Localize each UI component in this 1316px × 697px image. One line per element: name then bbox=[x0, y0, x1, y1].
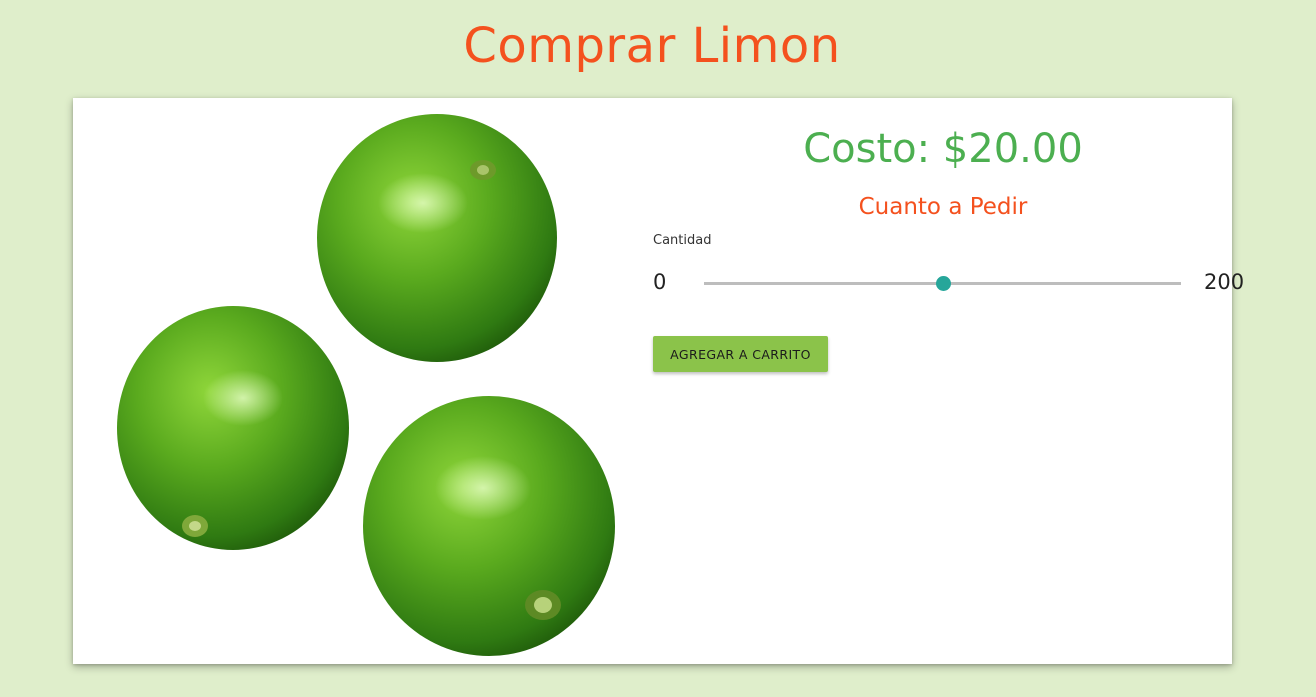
order-prompt: Cuanto a Pedir bbox=[858, 194, 1028, 220]
lime-top bbox=[317, 114, 557, 362]
quantity-slider[interactable] bbox=[704, 276, 1181, 291]
add-to-cart-button[interactable]: AGREGAR A CARRITO bbox=[653, 336, 828, 372]
slider-max-label: 200 bbox=[1204, 270, 1245, 294]
limes-image bbox=[117, 114, 615, 656]
page-title: Comprar Limon bbox=[463, 18, 841, 74]
product-cost: Costo: $20.00 bbox=[803, 126, 1083, 172]
product-card: Costo: $20.00 Cuanto a Pedir Cantidad 0 … bbox=[73, 98, 1244, 664]
lime-bottom bbox=[363, 396, 615, 656]
slider-thumb[interactable] bbox=[935, 276, 951, 291]
slider-min-label: 0 bbox=[653, 270, 667, 294]
quantity-label: Cantidad bbox=[653, 233, 712, 248]
lime-left bbox=[117, 306, 349, 550]
